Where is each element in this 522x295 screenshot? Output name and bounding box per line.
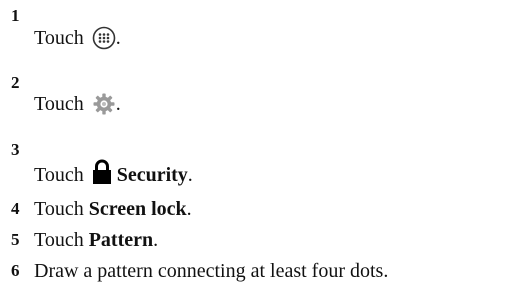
- step-verb: Touch: [34, 164, 84, 186]
- step-verb: Touch: [34, 229, 84, 251]
- step-text: Touch Screen lock.: [34, 197, 192, 221]
- step-period: .: [186, 198, 192, 220]
- step-period: .: [115, 27, 121, 49]
- lock-icon: [92, 159, 112, 185]
- step-number: 4: [11, 199, 20, 218]
- step-period: .: [187, 164, 193, 186]
- settings-gear-icon: [92, 92, 116, 116]
- apps-grid-icon: [92, 26, 116, 50]
- pattern-option-label: Pattern: [88, 229, 154, 251]
- step-text: Draw a pattern connecting at least four …: [34, 260, 389, 282]
- step-text: Touch .: [34, 26, 121, 50]
- step-text: Touch Security.: [34, 159, 193, 187]
- step-text: Touch .: [34, 92, 121, 116]
- step-number: 1: [11, 6, 20, 25]
- step-verb: Touch: [34, 93, 84, 115]
- screen-lock-menu-label: Screen lock: [88, 198, 187, 220]
- step-verb: Touch: [34, 198, 84, 220]
- step-period: .: [115, 93, 121, 115]
- security-menu-label: Security: [116, 164, 188, 186]
- step-period: .: [153, 229, 159, 251]
- step-verb: Touch: [34, 27, 84, 49]
- step-number: 6: [11, 261, 20, 280]
- step-number: 2: [11, 73, 20, 92]
- step-number: 3: [11, 140, 20, 159]
- step-number: 5: [11, 230, 20, 249]
- step-text: Touch Pattern.: [34, 228, 158, 252]
